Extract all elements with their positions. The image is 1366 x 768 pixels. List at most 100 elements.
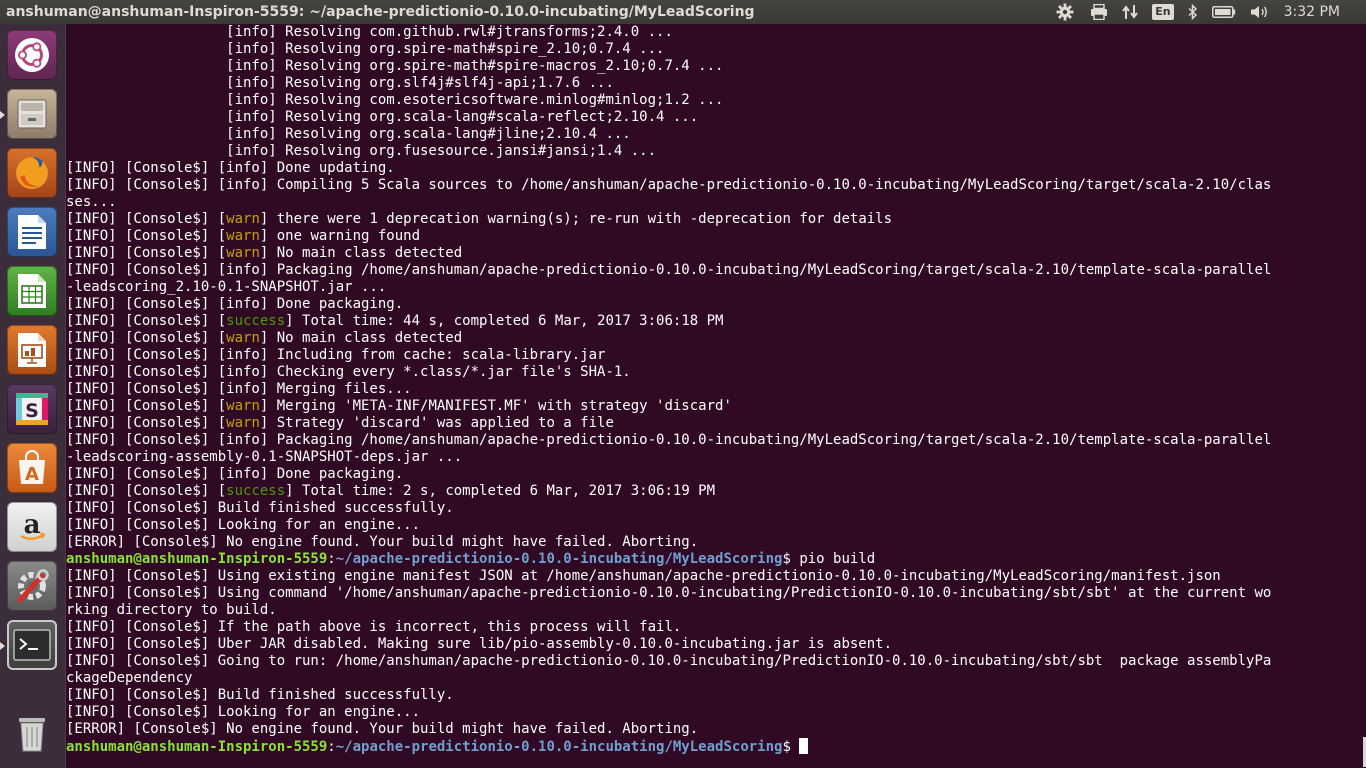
files-button[interactable] <box>7 89 57 139</box>
ubuntu-dash-button[interactable] <box>7 30 57 80</box>
terminal-button[interactable] <box>7 620 57 670</box>
line-text: $ pio build <box>782 551 876 567</box>
line-text: ses... <box>66 194 117 210</box>
terminal-line: [INFO] [Console$] [info] Done updating. <box>66 160 1366 177</box>
terminal-line: [ERROR] [Console$] No engine found. Your… <box>66 721 1366 738</box>
line-text: [INFO] [Console$] Build finished success… <box>66 687 454 703</box>
terminal-line: [INFO] [Console$] Going to run: /home/an… <box>66 653 1366 670</box>
ubuntu-software-button[interactable]: A <box>7 443 57 493</box>
terminal-line: [INFO] [Console$] Using existing engine … <box>66 568 1366 585</box>
libreoffice-calc-button[interactable] <box>7 266 57 316</box>
line-text: [info] Resolving org.fusesource.jansi#ja… <box>66 143 657 159</box>
terminal-line: rking directory to build. <box>66 602 1366 619</box>
terminal-line: [info] Resolving com.github.rwl#jtransfo… <box>66 24 1366 41</box>
line-text: [info] Resolving com.github.rwl#jtransfo… <box>66 24 673 40</box>
line-text: ] Merging 'META-INF/MANIFEST.MF' with st… <box>259 398 732 414</box>
line-text: [ERROR] [Console$] No engine found. Your… <box>66 721 699 737</box>
warn-tag: warn <box>226 211 260 227</box>
indicator-tray: En 3:32 PM <box>1056 0 1366 24</box>
shopping-bag-icon: A <box>19 450 45 485</box>
libreoffice-writer-button[interactable] <box>7 207 57 257</box>
keyboard-layout-icon[interactable]: En <box>1152 0 1174 24</box>
terminal-line: -leadscoring_2.10-0.1-SNAPSHOT.jar ... <box>66 279 1366 296</box>
slack-button[interactable]: S <box>7 384 57 434</box>
line-text: [INFO] [Console$] Using command '/home/a… <box>66 585 1272 601</box>
amazon-icon: a <box>20 510 46 540</box>
terminal-window[interactable]: [info] Resolving com.github.rwl#jtransfo… <box>66 24 1366 768</box>
network-icon[interactable] <box>1122 0 1139 24</box>
amazon-button[interactable]: a <box>7 502 57 552</box>
terminal-line: -leadscoring-assembly-0.1-SNAPSHOT-deps.… <box>66 449 1366 466</box>
line-text: [INFO] [Console$] [info] Checking every … <box>66 364 631 380</box>
clock[interactable]: 3:32 PM <box>1284 0 1340 24</box>
firefox-button[interactable] <box>7 148 57 198</box>
terminal-line: anshuman@anshuman-Inspiron-5559:~/apache… <box>66 738 1366 755</box>
line-text: : <box>327 739 336 755</box>
terminal-line: ckageDependency <box>66 670 1366 687</box>
line-text: [info] Resolving org.slf4j#slf4j-api;1.7… <box>66 75 614 91</box>
system-settings-button[interactable] <box>7 561 57 611</box>
terminal-line: [INFO] [Console$] [info] Done packaging. <box>66 296 1366 313</box>
terminal-line: [INFO] [Console$] [info] Merging files..… <box>66 381 1366 398</box>
printer-icon[interactable] <box>1090 0 1108 24</box>
terminal-cursor <box>799 738 809 754</box>
terminal-line: [INFO] [Console$] Build finished success… <box>66 500 1366 517</box>
terminal-line: [info] Resolving org.slf4j#slf4j-api;1.7… <box>66 75 1366 92</box>
line-text: [INFO] [Console$] Going to run: /home/an… <box>66 653 1272 669</box>
terminal-line: [INFO] [Console$] [warn] there were 1 de… <box>66 211 1366 228</box>
trash-button[interactable] <box>7 708 57 758</box>
line-text: [INFO] [Console$] [info] Done updating. <box>66 160 395 176</box>
launcher: S A a <box>0 24 66 768</box>
line-text: ] No main class detected <box>259 245 463 261</box>
spreadsheet-icon <box>18 274 46 308</box>
terminal-line: [INFO] [Console$] [info] Packaging /home… <box>66 262 1366 279</box>
line-text: ] Total time: 44 s, completed 6 Mar, 201… <box>285 313 724 329</box>
top-panel: anshuman@anshuman-Inspiron-5559: ~/apach… <box>0 0 1366 24</box>
line-text: [INFO] [Console$] Looking for an engine.… <box>66 517 421 533</box>
file-cabinet-icon <box>17 99 47 129</box>
gear-icon[interactable] <box>1056 0 1074 24</box>
prompt-user: anshuman@anshuman-Inspiron-5559 <box>66 551 328 567</box>
terminal-line: anshuman@anshuman-Inspiron-5559:~/apache… <box>66 551 1366 568</box>
settings-wrench-icon <box>17 569 49 603</box>
terminal-line: [INFO] [Console$] [success] Total time: … <box>66 313 1366 330</box>
line-text: ] Total time: 2 s, completed 6 Mar, 2017… <box>285 483 716 499</box>
warn-tag: warn <box>226 415 260 431</box>
running-indicator <box>0 111 5 119</box>
volume-icon[interactable] <box>1250 0 1270 24</box>
prompt-path: ~/apache-predictionio-0.10.0-incubating/… <box>335 551 783 567</box>
line-text: [info] Resolving org.scala-lang#scala-re… <box>66 109 699 125</box>
line-text: [INFO] [Console$] [ <box>66 313 227 329</box>
libreoffice-impress-button[interactable] <box>7 325 57 375</box>
line-text: [INFO] [Console$] [ <box>66 483 227 499</box>
ubuntu-logo-icon <box>15 38 49 72</box>
line-text: -leadscoring_2.10-0.1-SNAPSHOT.jar ... <box>66 279 387 295</box>
line-text: [info] Resolving org.scala-lang#jline;2.… <box>66 126 631 142</box>
line-text: ] Strategy 'discard' was applied to a fi… <box>259 415 614 431</box>
warn-tag: warn <box>226 245 260 261</box>
line-text: [ERROR] [Console$] No engine found. Your… <box>66 534 699 550</box>
line-text: [INFO] [Console$] [ <box>66 245 227 261</box>
window-title: anshuman@anshuman-Inspiron-5559: ~/apach… <box>6 4 755 20</box>
battery-icon[interactable] <box>1211 0 1236 24</box>
terminal-line: [INFO] [Console$] [warn] Strategy 'disca… <box>66 415 1366 432</box>
terminal-line: [INFO] [Console$] Using command '/home/a… <box>66 585 1366 602</box>
terminal-line: [INFO] [Console$] Looking for an engine.… <box>66 517 1366 534</box>
firefox-icon <box>16 157 48 189</box>
terminal-line: [INFO] [Console$] [info] Compiling 5 Sca… <box>66 177 1366 194</box>
trash-icon <box>19 718 45 752</box>
terminal-line: [INFO] [Console$] Looking for an engine.… <box>66 704 1366 721</box>
terminal-output: [info] Resolving com.github.rwl#jtransfo… <box>66 24 1366 755</box>
line-text: [INFO] [Console$] [ <box>66 211 227 227</box>
terminal-line: [INFO] [Console$] [warn] Merging 'META-I… <box>66 398 1366 415</box>
line-text: ] there were 1 deprecation warning(s); r… <box>259 211 893 227</box>
bluetooth-icon[interactable] <box>1188 0 1198 24</box>
svg-text:A: A <box>25 464 39 485</box>
terminal-line: [info] Resolving org.scala-lang#jline;2.… <box>66 126 1366 143</box>
warn-tag: warn <box>226 330 260 346</box>
line-text: [INFO] [Console$] Looking for an engine.… <box>66 704 421 720</box>
warn-tag: warn <box>226 398 260 414</box>
line-text: [INFO] [Console$] Build finished success… <box>66 500 454 516</box>
terminal-icon <box>13 629 51 661</box>
terminal-line: [INFO] [Console$] If the path above is i… <box>66 619 1366 636</box>
